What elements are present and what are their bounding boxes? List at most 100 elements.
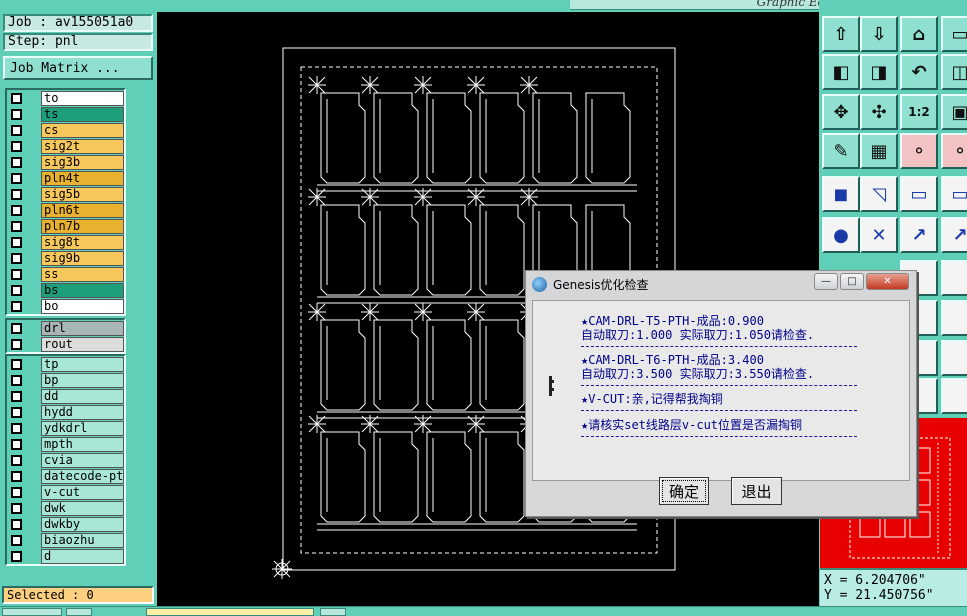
layer-name[interactable]: bs [41,282,124,298]
ruler-icon[interactable]: ▭ [900,176,938,212]
layer-checkbox[interactable] [7,548,41,564]
layer-name[interactable]: cvia [41,452,124,468]
layer-row-sig8t[interactable]: sig8t [7,234,124,250]
pan-right-icon[interactable]: ◨ [860,54,898,90]
layer-row-biaozhu[interactable]: biaozhu [7,532,124,548]
layer-name[interactable]: hydd [41,404,124,420]
layer-checkbox[interactable] [7,122,41,138]
layer-name[interactable]: pln7b [41,218,124,234]
layer-name[interactable]: pln4t [41,170,124,186]
layer-checkbox[interactable] [7,320,41,336]
layer-checkbox[interactable] [7,516,41,532]
layer-name[interactable]: dwkby [41,516,124,532]
dialog-titlebar[interactable]: Genesis优化检查 — □ ✕ [526,271,916,298]
tool-button-3[interactable] [941,340,967,376]
layer-row-sig5b[interactable]: sig5b [7,186,124,202]
layer-name[interactable]: d [41,548,124,564]
layer-checkbox[interactable] [7,218,41,234]
pad-icon[interactable]: ◼ [822,176,860,212]
tool-button-1[interactable] [941,260,967,296]
layer-checkbox[interactable] [7,468,41,484]
layer-row-v-cut[interactable]: v-cut [7,484,124,500]
layer-name[interactable]: drl [41,320,124,336]
layer-row-bp[interactable]: bp [7,372,124,388]
layer-row-ss[interactable]: ss [7,266,124,282]
grid-icon[interactable]: ▦ [860,133,898,169]
layer-row-pln4t[interactable]: pln4t [7,170,124,186]
zoom-center-icon[interactable]: ✣ [860,94,898,130]
layer-checkbox[interactable] [7,372,41,388]
layer-checkbox[interactable] [7,186,41,202]
maximize-button[interactable]: □ [840,273,864,290]
layer-name[interactable]: sig9b [41,250,124,266]
layer-checkbox[interactable] [7,298,41,314]
select-icon[interactable]: ◹ [860,176,898,212]
layer-checkbox[interactable] [7,336,41,352]
pan-left-icon[interactable]: ◧ [822,54,860,90]
ruler2-icon[interactable]: ▭ [941,176,967,212]
layer-name[interactable]: cs [41,122,124,138]
layer-name[interactable]: dwk [41,500,124,516]
undo-view-icon[interactable]: ↶ [900,54,938,90]
layer-name[interactable]: rout [41,336,124,352]
layer-checkbox[interactable] [7,282,41,298]
layer-checkbox[interactable] [7,250,41,266]
layer-name[interactable]: mpth [41,436,124,452]
layer-name[interactable]: tp [41,356,124,372]
layer-name[interactable]: sig8t [41,234,124,250]
layer-name[interactable]: sig3b [41,154,124,170]
layer-row-dwk[interactable]: dwk [7,500,124,516]
arrow-icon[interactable]: ↗ [900,217,938,253]
layer-row-bs[interactable]: bs [7,282,124,298]
layer-row-pln6t[interactable]: pln6t [7,202,124,218]
snapshot-icon[interactable]: ⇧ [822,16,860,52]
exit-button[interactable]: 退出 [731,477,782,505]
layer-checkbox[interactable] [7,266,41,282]
layer-checkbox[interactable] [7,388,41,404]
net-icon[interactable]: ⚬ [900,133,938,169]
layer-row-bo[interactable]: bo [7,298,124,314]
view-icon[interactable]: ◫ [941,54,967,90]
layer-checkbox[interactable] [7,484,41,500]
tool-button-2[interactable] [941,300,967,336]
layer-row-sig9b[interactable]: sig9b [7,250,124,266]
job-matrix-button[interactable]: Job Matrix ... [3,56,153,80]
layer-name[interactable]: sig5b [41,186,124,202]
layer-row-dd[interactable]: dd [7,388,124,404]
layer-checkbox[interactable] [7,532,41,548]
layer-checkbox[interactable] [7,436,41,452]
layer-row-mpth[interactable]: mpth [7,436,124,452]
layer-name[interactable]: bo [41,298,124,314]
layer-checkbox[interactable] [7,356,41,372]
layer-row-cs[interactable]: cs [7,122,124,138]
layer-name[interactable]: to [41,90,124,106]
layer-checkbox[interactable] [7,170,41,186]
layer-row-dwkby[interactable]: dwkby [7,516,124,532]
home-icon[interactable]: ⌂ [900,16,938,52]
cross-icon[interactable]: ✕ [860,217,898,253]
layer-row-drl[interactable]: drl [7,320,124,336]
layer-name[interactable]: ts [41,106,124,122]
layer-name[interactable]: pln6t [41,202,124,218]
layer-checkbox[interactable] [7,452,41,468]
layer-row-hydd[interactable]: hydd [7,404,124,420]
layer-name[interactable]: ydkdrl [41,420,124,436]
close-button[interactable]: ✕ [866,273,909,290]
layer-checkbox[interactable] [7,154,41,170]
minimize-button[interactable]: — [814,273,838,290]
layer-checkbox[interactable] [7,234,41,250]
layer-checkbox[interactable] [7,500,41,516]
layer-name[interactable]: sig2t [41,138,124,154]
fit-icon[interactable]: ▣ [941,94,967,130]
panel-icon[interactable]: ▭ [941,16,967,52]
layer-checkbox[interactable] [7,202,41,218]
layer-row-sig2t[interactable]: sig2t [7,138,124,154]
tool-button-4[interactable] [941,378,967,414]
zoom-fit-icon[interactable]: ✥ [822,94,860,130]
layer-row-pln7b[interactable]: pln7b [7,218,124,234]
layer-checkbox[interactable] [7,90,41,106]
layer-checkbox[interactable] [7,106,41,122]
arrow2-icon[interactable]: ↗ [941,217,967,253]
layer-row-to[interactable]: to [7,90,124,106]
layer-name[interactable]: dd [41,388,124,404]
